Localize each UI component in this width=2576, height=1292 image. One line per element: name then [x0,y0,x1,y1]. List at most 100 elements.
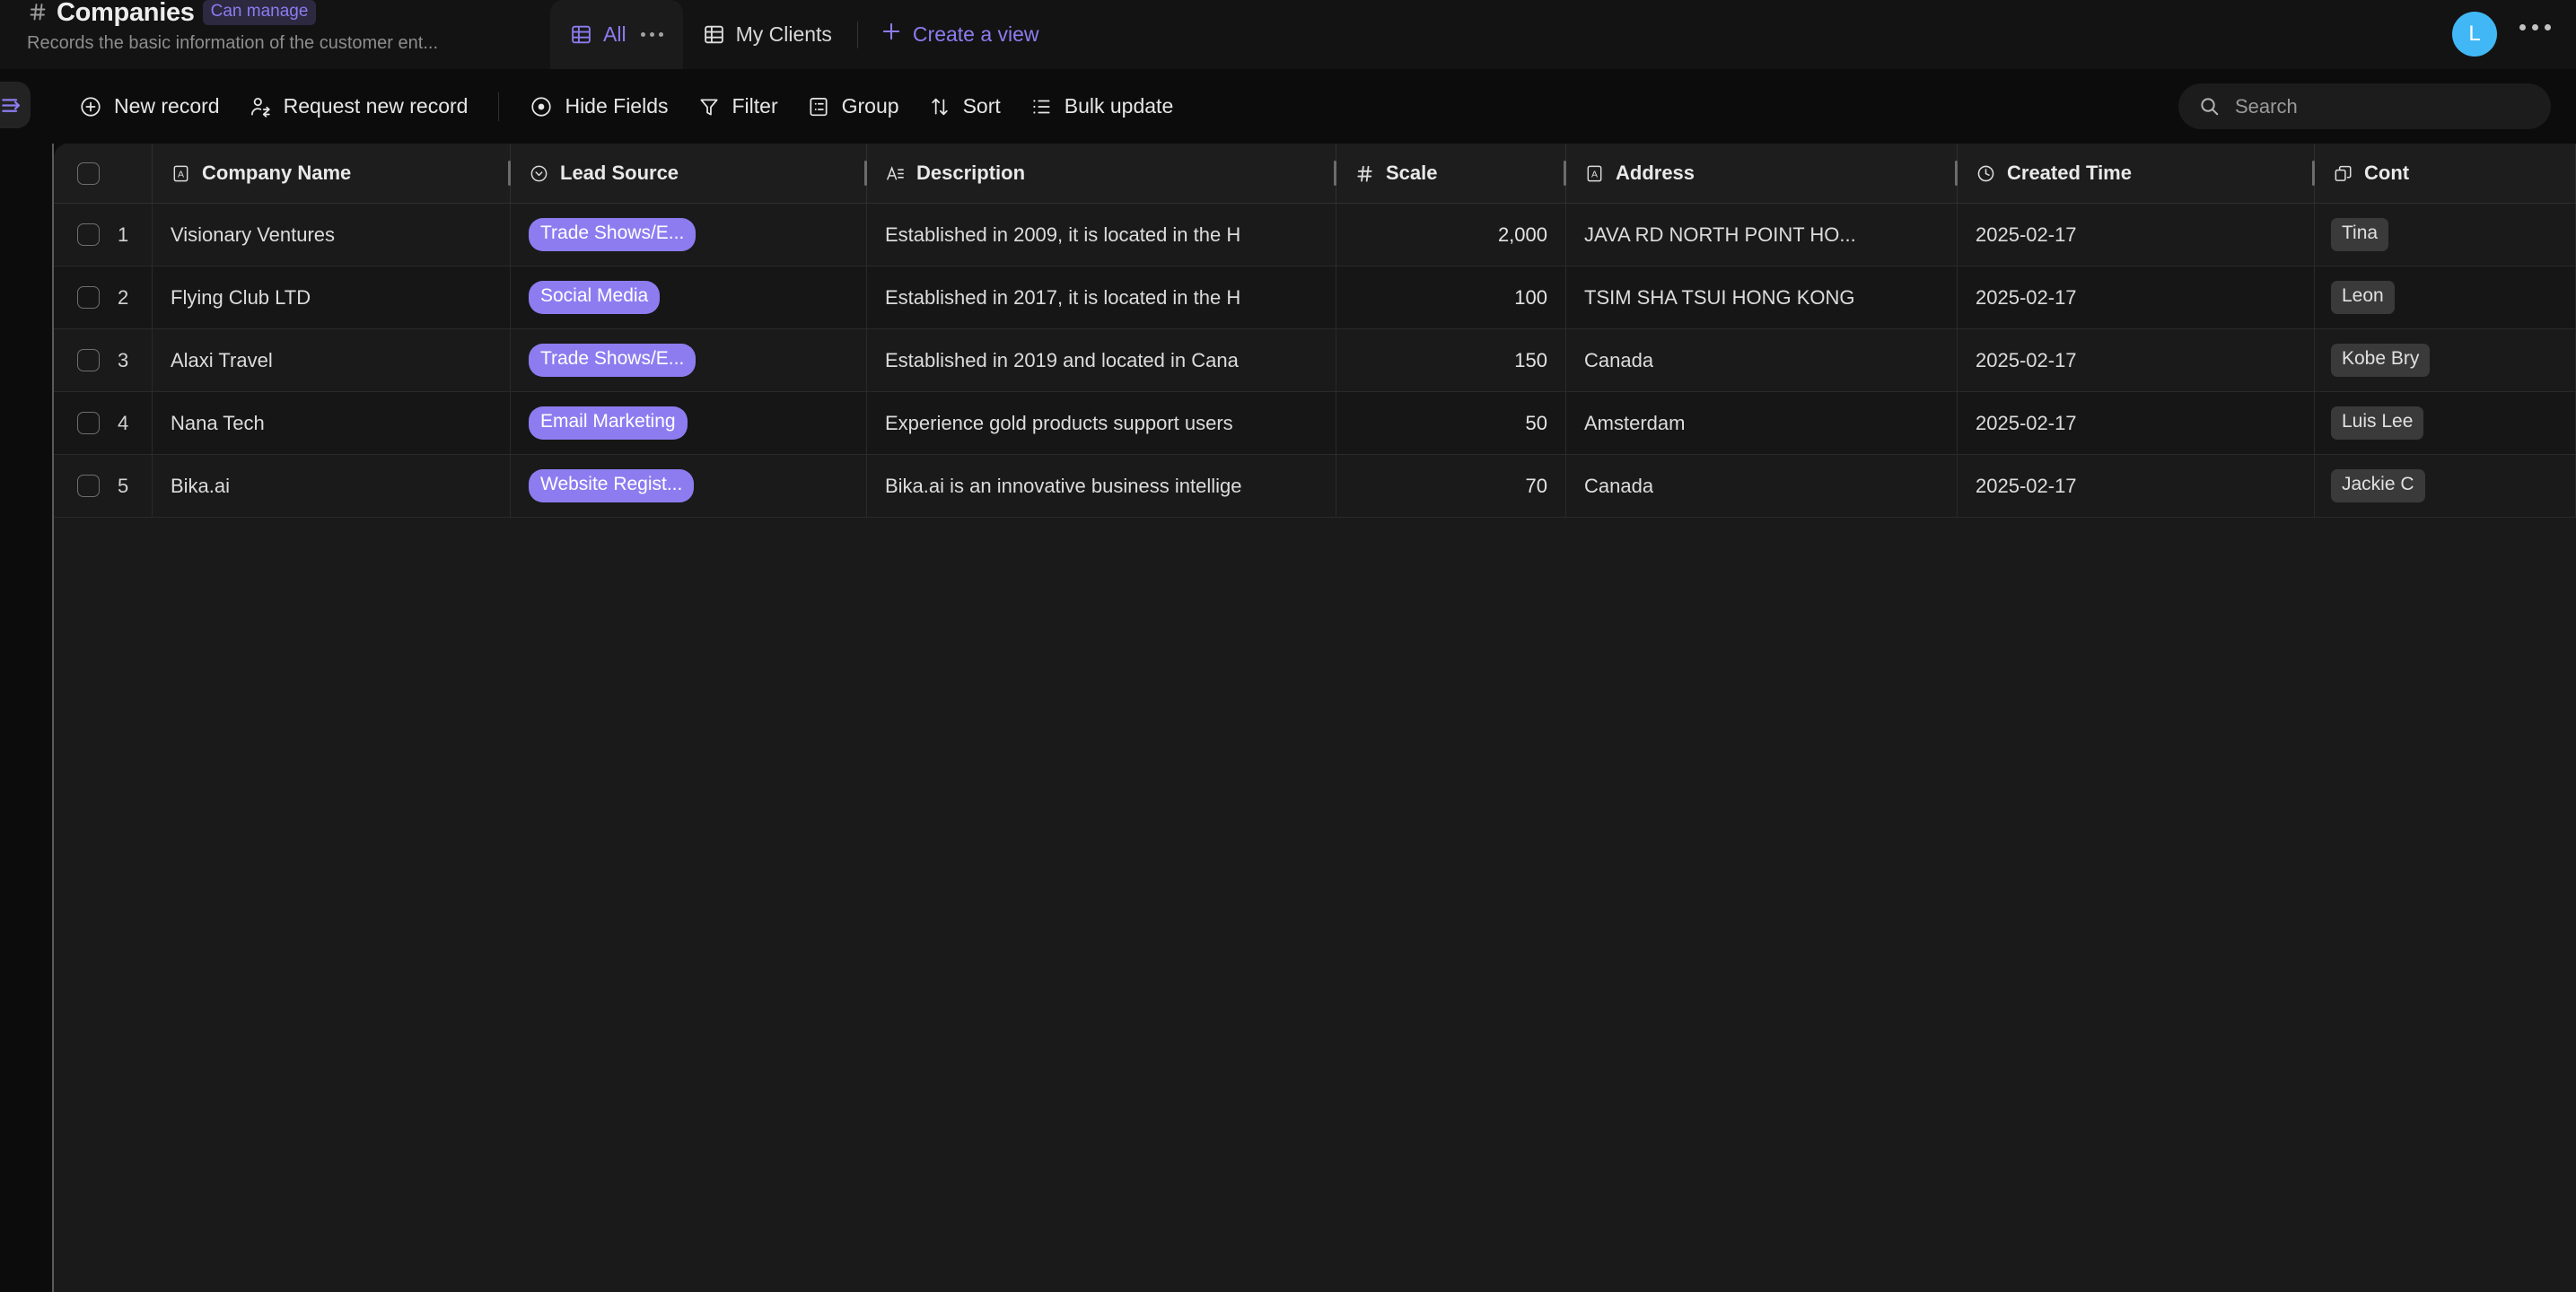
column-header-description[interactable]: Description [867,144,1336,203]
text-field-icon: A [1584,163,1605,184]
vertical-scrollbar[interactable] [52,144,54,1292]
table-row[interactable]: 2 Flying Club LTD Social Media Establish… [54,266,2576,329]
cell-text: 100 [1514,285,1547,309]
cell-scale[interactable]: 2,000 [1336,204,1566,266]
bulk-update-button[interactable]: Bulk update [1015,69,1187,144]
tab-all-more-icon[interactable] [640,32,663,37]
cell-text: TSIM SHA TSUI HONG KONG [1584,285,1855,309]
cell-created-time[interactable]: 2025-02-17 [1958,392,2315,454]
cell-contact[interactable]: Luis Lee [2315,392,2576,454]
row-number: 3 [118,348,129,371]
tab-my-clients[interactable]: My Clients [683,0,852,69]
cell-company-name[interactable]: Visionary Ventures [153,204,511,266]
cell-description[interactable]: Established in 2017, it is located in th… [867,266,1336,328]
cell-created-time[interactable]: 2025-02-17 [1958,266,2315,328]
avatar[interactable]: L [2452,12,2497,57]
link-records-icon [2333,163,2353,184]
contact-tag: Leon [2331,281,2395,314]
tab-my-clients-label: My Clients [735,22,832,46]
cell-address[interactable]: Canada [1566,455,1958,517]
cell-company-name[interactable]: Alaxi Travel [153,329,511,391]
column-header-company-name[interactable]: A Company Name [153,144,511,203]
new-record-button[interactable]: New record [65,69,234,144]
cell-lead-source[interactable]: Email Marketing [511,392,867,454]
contact-tag: Jackie C [2331,469,2425,502]
cell-contact[interactable]: Kobe Bry [2315,329,2576,391]
search-input[interactable] [2235,94,2531,118]
cell-text: Bika.ai [171,474,231,497]
number-icon [1354,163,1375,184]
request-new-record-button[interactable]: Request new record [234,69,483,144]
cell-lead-source[interactable]: Website Regist... [511,455,867,517]
cell-description[interactable]: Established in 2009, it is located in th… [867,204,1336,266]
expand-sidebar-icon [0,93,24,118]
column-header-lead-source[interactable]: Lead Source [511,144,867,203]
cell-scale[interactable]: 150 [1336,329,1566,391]
column-header-address[interactable]: A Address [1566,144,1958,203]
tab-all[interactable]: All [550,0,683,69]
group-button[interactable]: Group [793,69,914,144]
create-view-button[interactable]: Create a view [863,0,1056,69]
clock-icon [1976,163,1996,184]
row-number: 1 [118,223,129,246]
cell-lead-source[interactable]: Social Media [511,266,867,328]
cell-text: Canada [1584,348,1654,371]
column-header-contact[interactable]: Cont [2315,144,2576,203]
select-all-checkbox[interactable] [77,162,100,185]
app-root: Companies Can manage Records the basic i… [0,0,2576,1292]
create-view-label: Create a view [912,22,1039,46]
cell-description[interactable]: Bika.ai is an innovative business intell… [867,455,1336,517]
sort-button[interactable]: Sort [914,69,1015,144]
table-row[interactable]: 1 Visionary Ventures Trade Shows/E... Es… [54,204,2576,266]
cell-address[interactable]: Canada [1566,329,1958,391]
cell-text: Nana Tech [171,411,265,434]
cell-scale[interactable]: 70 [1336,455,1566,517]
cell-created-time[interactable]: 2025-02-17 [1958,329,2315,391]
expand-sidebar-button[interactable] [0,82,31,128]
table-row[interactable]: 4 Nana Tech Email Marketing Experience g… [54,392,2576,455]
cell-contact[interactable]: Tina [2315,204,2576,266]
row-checkbox[interactable] [77,349,100,371]
cell-text: Amsterdam [1584,411,1686,434]
row-checkbox[interactable] [77,223,100,246]
cell-text: Alaxi Travel [171,348,273,371]
cell-scale[interactable]: 50 [1336,392,1566,454]
cell-description[interactable]: Experience gold products support users [867,392,1336,454]
cell-contact[interactable]: Jackie C [2315,455,2576,517]
table-row[interactable]: 3 Alaxi Travel Trade Shows/E... Establis… [54,329,2576,392]
row-checkbox[interactable] [77,286,100,309]
row-select-cell: 1 [54,204,153,266]
filter-button[interactable]: Filter [683,69,793,144]
cell-created-time[interactable]: 2025-02-17 [1958,204,2315,266]
filter-label: Filter [732,94,778,118]
search-box[interactable] [2178,83,2551,129]
title-line: Companies Can manage [27,0,565,29]
cell-company-name[interactable]: Nana Tech [153,392,511,454]
column-header-created-time[interactable]: Created Time [1958,144,2315,203]
topbar-more-icon[interactable] [2519,24,2551,31]
cell-created-time[interactable]: 2025-02-17 [1958,455,2315,517]
cell-description[interactable]: Established in 2019 and located in Cana [867,329,1336,391]
row-checkbox[interactable] [77,412,100,434]
row-checkbox[interactable] [77,475,100,497]
cell-company-name[interactable]: Flying Club LTD [153,266,511,328]
cell-address[interactable]: TSIM SHA TSUI HONG KONG [1566,266,1958,328]
cell-company-name[interactable]: Bika.ai [153,455,511,517]
cell-lead-source[interactable]: Trade Shows/E... [511,329,867,391]
cell-contact[interactable]: Leon [2315,266,2576,328]
lead-source-tag: Email Marketing [529,406,688,440]
row-select-cell: 5 [54,455,153,517]
lead-source-tag: Social Media [529,281,661,314]
table-row[interactable]: 5 Bika.ai Website Regist... Bika.ai is a… [54,455,2576,518]
column-header-scale[interactable]: Scale [1336,144,1566,203]
row-select-cell: 2 [54,266,153,328]
hide-fields-button[interactable]: Hide Fields [515,69,682,144]
cell-scale[interactable]: 100 [1336,266,1566,328]
sort-label: Sort [962,94,1001,118]
cell-address[interactable]: Amsterdam [1566,392,1958,454]
column-header-label: Description [916,162,1026,184]
cell-address[interactable]: JAVA RD NORTH POINT HO... [1566,204,1958,266]
cell-lead-source[interactable]: Trade Shows/E... [511,204,867,266]
svg-text:A: A [1591,169,1598,179]
column-header-label: Address [1616,162,1695,184]
